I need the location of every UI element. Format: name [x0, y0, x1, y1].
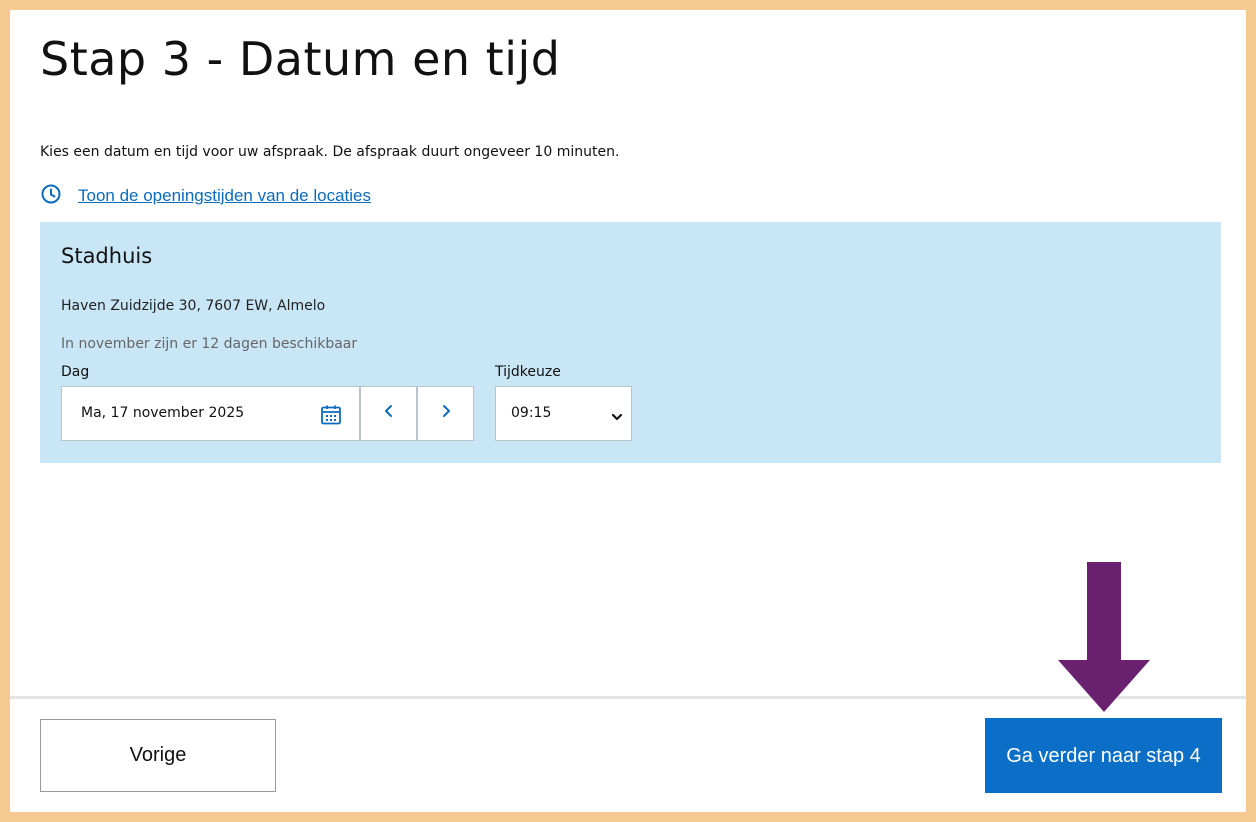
day-label: Dag — [61, 364, 90, 380]
time-value[interactable]: 09:15 — [511, 405, 551, 421]
intro-text: Kies een datum en tijd voor uw afspraak.… — [40, 144, 620, 160]
chevron-down-icon — [611, 409, 623, 427]
availability-text: In november zijn er 12 dagen beschikbaar — [61, 336, 358, 352]
opening-hours-link-text[interactable]: Toon de openingstijden van de locaties — [78, 186, 371, 206]
chevron-left-icon — [383, 404, 395, 423]
chevron-right-icon — [440, 404, 452, 423]
date-field[interactable]: Ma, 17 november 2025 — [61, 386, 360, 441]
previous-step-button[interactable]: Vorige — [40, 719, 276, 792]
clock-icon — [40, 183, 62, 210]
next-day-button[interactable] — [417, 386, 474, 441]
location-name: Stadhuis — [61, 244, 153, 268]
appointment-card: Stap 3 - Datum en tijd Kies een datum en… — [10, 10, 1246, 812]
time-label: Tijdkeuze — [495, 364, 561, 380]
calendar-icon[interactable] — [318, 402, 344, 428]
opening-hours-link[interactable]: Toon de openingstijden van de locaties — [40, 184, 371, 208]
arrow-down-icon — [1058, 562, 1150, 719]
page-title: Stap 3 - Datum en tijd — [40, 32, 561, 86]
next-step-button[interactable]: Ga verder naar stap 4 — [985, 718, 1222, 793]
date-value[interactable]: Ma, 17 november 2025 — [81, 405, 244, 421]
location-address: Haven Zuidzijde 30, 7607 EW, Almelo — [61, 298, 326, 314]
time-select[interactable]: 09:15 — [495, 386, 632, 441]
location-panel: Stadhuis Haven Zuidzijde 30, 7607 EW, Al… — [40, 222, 1221, 463]
previous-day-button[interactable] — [360, 386, 417, 441]
